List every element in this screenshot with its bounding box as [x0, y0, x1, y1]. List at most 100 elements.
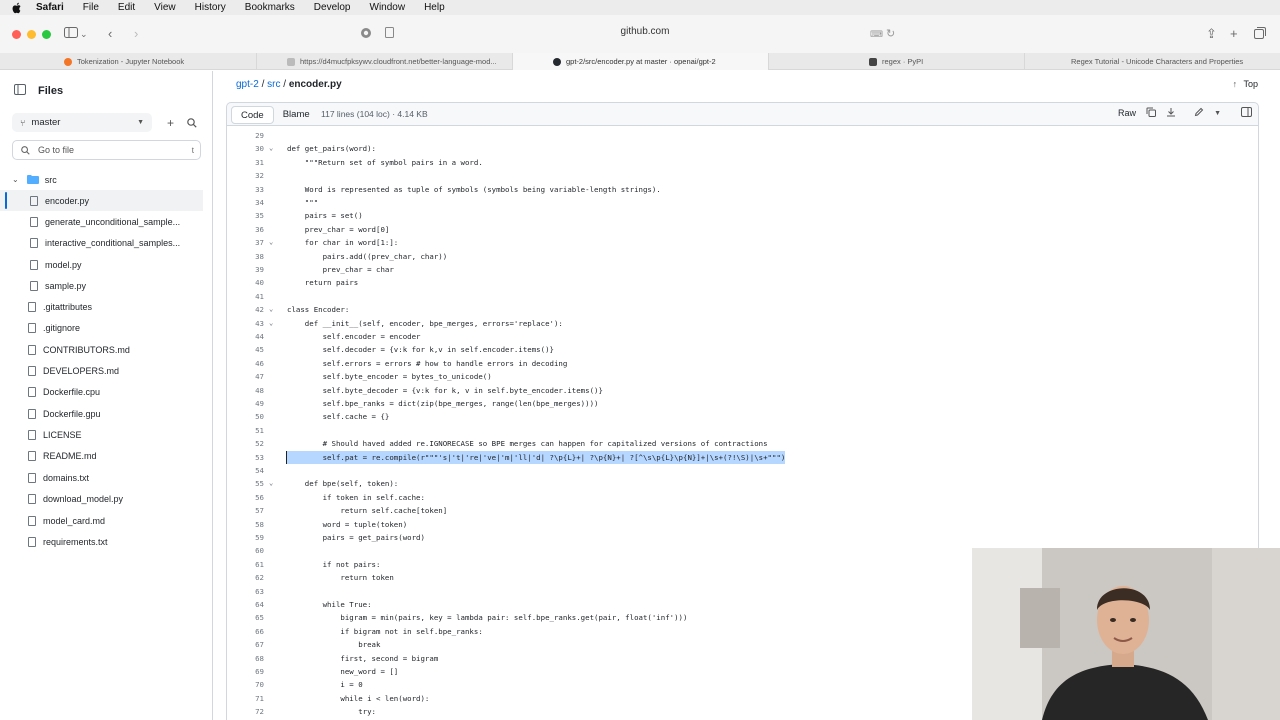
- tab-code[interactable]: Code: [231, 106, 274, 124]
- line-number[interactable]: 35: [227, 209, 264, 222]
- line-number[interactable]: 68: [227, 652, 264, 665]
- line-number[interactable]: 52: [227, 437, 264, 450]
- menu-app-name[interactable]: Safari: [36, 2, 64, 13]
- add-file-button[interactable]: +: [161, 113, 180, 132]
- forward-icon[interactable]: ›: [134, 27, 138, 41]
- line-number[interactable]: 50: [227, 410, 264, 423]
- line-number[interactable]: 72: [227, 705, 264, 718]
- chevron-down-icon[interactable]: ▼: [1214, 110, 1221, 117]
- line-number[interactable]: 31: [227, 156, 264, 169]
- line-number[interactable]: 56: [227, 491, 264, 504]
- menu-help[interactable]: Help: [424, 2, 445, 13]
- close-window-button[interactable]: [12, 29, 21, 39]
- tree-file-domains[interactable]: domains.txt: [0, 467, 203, 488]
- line-number[interactable]: 63: [227, 585, 264, 598]
- download-icon[interactable]: [1166, 107, 1176, 119]
- line-number[interactable]: 65: [227, 611, 264, 624]
- line-number[interactable]: 51: [227, 424, 264, 437]
- tab-regex-tutorial[interactable]: Regex Tutorial - Unicode Characters and …: [1024, 53, 1280, 70]
- line-number[interactable]: 39: [227, 263, 264, 276]
- raw-button[interactable]: Raw: [1118, 108, 1136, 118]
- line-number[interactable]: 59: [227, 531, 264, 544]
- line-number[interactable]: 58: [227, 518, 264, 531]
- line-number[interactable]: 34: [227, 196, 264, 209]
- tree-file-readme[interactable]: README.md: [0, 445, 203, 466]
- zoom-window-button[interactable]: [42, 29, 51, 39]
- menu-edit[interactable]: Edit: [118, 2, 135, 13]
- page-menu-icon[interactable]: [385, 27, 394, 41]
- tree-file-requirements[interactable]: requirements.txt: [0, 531, 203, 552]
- tab-pypi-regex[interactable]: regex · PyPI: [768, 53, 1024, 70]
- tree-file-developers[interactable]: DEVELOPERS.md: [0, 360, 203, 381]
- collapse-sidebar-icon[interactable]: [14, 84, 26, 98]
- back-icon[interactable]: ‹: [108, 27, 112, 41]
- breadcrumb-dir-link[interactable]: src: [267, 79, 280, 90]
- share-icon[interactable]: ⇪: [1206, 27, 1217, 41]
- line-number[interactable]: 48: [227, 384, 264, 397]
- symbols-panel-icon[interactable]: [1241, 107, 1252, 119]
- menu-file[interactable]: File: [83, 2, 99, 13]
- tab-github-encoder[interactable]: gpt-2/src/encoder.py at master · openai/…: [512, 53, 768, 70]
- fold-chevron-icon[interactable]: ⌄: [269, 236, 273, 249]
- top-button[interactable]: ↑ Top: [1233, 79, 1258, 89]
- line-number[interactable]: 61: [227, 558, 264, 571]
- search-files-button[interactable]: [182, 113, 201, 132]
- line-number[interactable]: 57: [227, 504, 264, 517]
- tree-file-gitignore[interactable]: .gitignore: [0, 317, 203, 338]
- line-number[interactable]: 33: [227, 183, 264, 196]
- tree-file-dockerfile-gpu[interactable]: Dockerfile.gpu: [0, 403, 203, 424]
- tab-jupyter[interactable]: Tokenization - Jupyter Notebook: [0, 53, 256, 70]
- line-number[interactable]: 29: [227, 129, 264, 142]
- tree-file-generate-unconditional[interactable]: generate_unconditional_sample...: [0, 211, 203, 232]
- tab-blame[interactable]: Blame: [274, 106, 319, 124]
- line-number[interactable]: 71: [227, 692, 264, 705]
- line-number[interactable]: 49: [227, 397, 264, 410]
- reload-icon[interactable]: ↻: [886, 27, 895, 41]
- apple-logo-icon[interactable]: [12, 2, 22, 14]
- tab-overview-icon[interactable]: [1254, 27, 1266, 42]
- tree-file-model-card[interactable]: model_card.md: [0, 510, 203, 531]
- minimize-window-button[interactable]: [27, 29, 36, 39]
- chevron-down-icon[interactable]: ⌄: [80, 27, 88, 41]
- tree-file-sample[interactable]: sample.py: [0, 275, 203, 296]
- fold-chevron-icon[interactable]: ⌄: [269, 317, 273, 330]
- line-number[interactable]: 55: [227, 477, 264, 490]
- copy-icon[interactable]: [1146, 107, 1157, 119]
- tree-file-interactive-conditional[interactable]: interactive_conditional_samples...: [0, 232, 203, 253]
- edit-pencil-icon[interactable]: [1194, 107, 1204, 119]
- tree-file-gitattributes[interactable]: .gitattributes: [0, 296, 203, 317]
- line-number[interactable]: 54: [227, 464, 264, 477]
- translate-icon[interactable]: ⌨: [870, 27, 883, 41]
- new-tab-icon[interactable]: +: [1230, 27, 1238, 41]
- line-number[interactable]: 38: [227, 250, 264, 263]
- line-number[interactable]: 44: [227, 330, 264, 343]
- branch-selector[interactable]: ⑂ master ▼: [12, 113, 152, 132]
- menu-window[interactable]: Window: [370, 2, 406, 13]
- tab-cloudfront[interactable]: https://d4mucfpksywv.cloudfront.net/bett…: [256, 53, 512, 70]
- line-number[interactable]: 36: [227, 223, 264, 236]
- tree-file-download-model[interactable]: download_model.py: [0, 488, 203, 509]
- line-number[interactable]: 42: [227, 303, 264, 316]
- line-number[interactable]: 67: [227, 638, 264, 651]
- tree-file-license[interactable]: LICENSE: [0, 424, 203, 445]
- line-number[interactable]: 53: [227, 451, 264, 464]
- line-number[interactable]: 62: [227, 571, 264, 584]
- menu-develop[interactable]: Develop: [314, 2, 351, 13]
- line-number[interactable]: 37: [227, 236, 264, 249]
- line-number[interactable]: 47: [227, 370, 264, 383]
- sidebar-toggle-icon[interactable]: [64, 27, 78, 41]
- fold-chevron-icon[interactable]: ⌄: [269, 303, 273, 316]
- tree-file-model[interactable]: model.py: [0, 254, 203, 275]
- fold-chevron-icon[interactable]: ⌄: [269, 477, 273, 490]
- tree-file-contributors[interactable]: CONTRIBUTORS.md: [0, 339, 203, 360]
- go-to-file-input[interactable]: Go to file t: [12, 140, 201, 160]
- line-number[interactable]: 30: [227, 142, 264, 155]
- line-number[interactable]: 60: [227, 544, 264, 557]
- line-number[interactable]: 70: [227, 678, 264, 691]
- line-number[interactable]: 46: [227, 357, 264, 370]
- menu-bookmarks[interactable]: Bookmarks: [245, 2, 295, 13]
- line-number[interactable]: 32: [227, 169, 264, 182]
- line-number[interactable]: 66: [227, 625, 264, 638]
- line-number[interactable]: 41: [227, 290, 264, 303]
- line-number[interactable]: 40: [227, 276, 264, 289]
